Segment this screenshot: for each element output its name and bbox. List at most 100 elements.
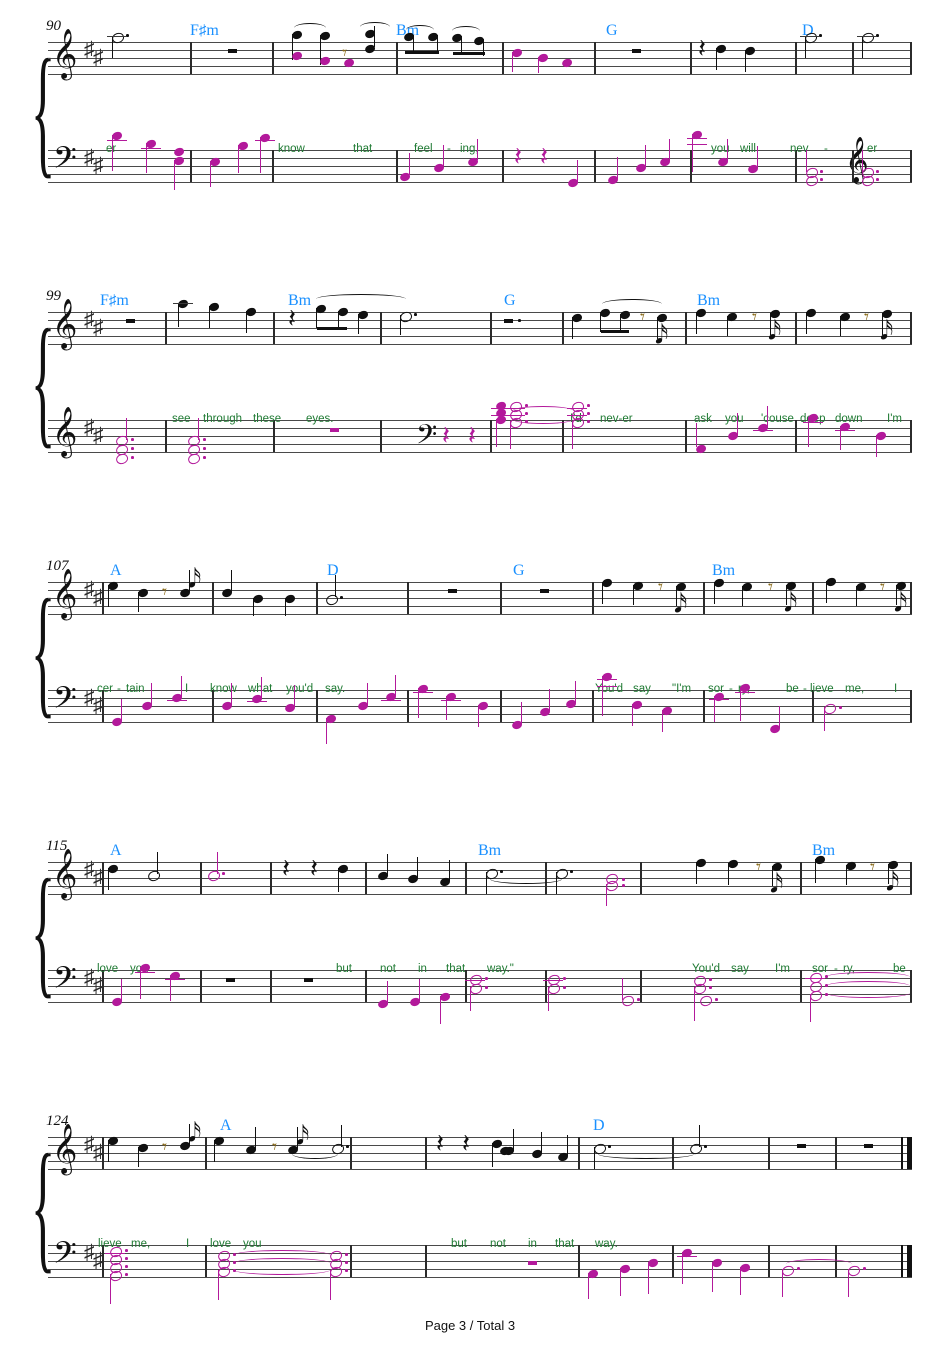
chord-symbol: G [606, 22, 618, 39]
whole-rest [228, 49, 237, 53]
note-stem [358, 314, 360, 334]
augmentation-dot [345, 1261, 348, 1264]
note-stem [253, 598, 255, 616]
note-stem [846, 865, 848, 885]
ledger-line [381, 700, 401, 702]
note-stem [848, 1269, 850, 1297]
note-stem [694, 987, 696, 1021]
key-sharp-icon: ♯ [93, 423, 104, 447]
barline [200, 970, 202, 1002]
barline [812, 582, 814, 614]
quarter-rest: 𝄽 [436, 1129, 444, 1158]
eighth-rest: 𝄾 [640, 307, 646, 328]
barline [490, 312, 492, 344]
note-stem [146, 143, 148, 173]
bass-clef-icon: 𝄢 [53, 682, 77, 723]
clef-change-bass-icon: 𝄢 [416, 421, 438, 457]
whole-rest [797, 1144, 806, 1148]
note-stem [712, 1262, 714, 1292]
note-stem [140, 967, 142, 999]
chord-symbol: F♯m [100, 292, 129, 309]
note-stem [740, 687, 742, 721]
barline [800, 862, 802, 894]
barline [578, 1245, 580, 1277]
whole-rest [330, 428, 339, 432]
eighth-rest: 𝄾 [880, 577, 886, 598]
lyric-syllable: be [786, 683, 799, 695]
augmentation-dot [637, 998, 640, 1001]
ledger-line [247, 701, 267, 703]
barline [690, 42, 692, 74]
note-stem [335, 575, 337, 597]
ledger-line [167, 700, 187, 702]
beam [453, 52, 485, 56]
note-stem [492, 1143, 494, 1167]
barline [910, 42, 912, 74]
barline [685, 312, 687, 344]
augmentation-dot [414, 313, 417, 316]
barline [396, 150, 398, 182]
barline [500, 582, 502, 614]
lyric-syllable: that [446, 963, 466, 975]
barline [425, 1137, 427, 1169]
augmentation-dot [622, 878, 625, 881]
barline [465, 970, 467, 1002]
note-stem [806, 312, 808, 334]
eighth-rest: 𝄾 [870, 857, 876, 878]
note-stem [617, 157, 619, 179]
final-barline-thin [901, 1137, 903, 1169]
lyric-hyphen: - [447, 143, 451, 155]
note-stem [600, 312, 602, 332]
barline [685, 420, 687, 452]
barline [545, 970, 547, 1002]
treble-clef-icon: 𝄞 [52, 301, 78, 348]
note-stem [108, 868, 110, 890]
barline [910, 312, 912, 344]
augmentation-dot [131, 447, 134, 450]
note-stem [330, 1270, 332, 1300]
barline [380, 420, 382, 452]
lyric-syllable: lieve [810, 683, 834, 695]
lyric-syllable: I [185, 683, 189, 695]
note-stem [217, 852, 219, 874]
note-stem [714, 696, 716, 722]
quarter-rest: 𝄽 [698, 34, 706, 63]
lyric-syllable: know [278, 143, 305, 155]
eighth-flag: 𝅘𝅥𝅯 [188, 1118, 202, 1147]
barline [316, 582, 318, 614]
chord-symbol: D [593, 1117, 605, 1134]
beam [317, 327, 347, 331]
note-stem [260, 137, 262, 173]
eighth-flag: 𝅘𝅥𝅯 [655, 320, 669, 349]
note-stem [513, 1129, 515, 1150]
note-stem [606, 884, 608, 906]
note-stem [594, 1147, 596, 1169]
augmentation-dot [345, 1253, 348, 1256]
slur [316, 294, 406, 304]
barline [407, 582, 409, 614]
barline [365, 862, 367, 894]
augmentation-dot [587, 404, 590, 407]
note-stem [714, 582, 716, 604]
key-sharp-icon: ♯ [93, 153, 104, 177]
barline [592, 690, 594, 722]
lyric-syllable: You'd [692, 963, 720, 975]
whole-rest [504, 319, 513, 323]
ledger-line [687, 144, 707, 146]
augmentation-dot [839, 706, 842, 709]
barline [910, 690, 912, 722]
lyric-syllable: see [172, 413, 191, 425]
note-stem [567, 1135, 569, 1156]
tie [234, 1265, 330, 1275]
barline [703, 582, 705, 614]
note-stem [440, 996, 442, 1024]
lyric-syllable: nev-er [600, 413, 633, 425]
slur [452, 26, 480, 36]
note-stem [824, 707, 826, 731]
lyric-syllable: in [528, 1238, 537, 1250]
barline [270, 862, 272, 894]
lyric-syllable: tain [126, 683, 145, 695]
whole-rest [448, 589, 457, 593]
barline [272, 42, 274, 74]
note-stem [805, 36, 807, 58]
